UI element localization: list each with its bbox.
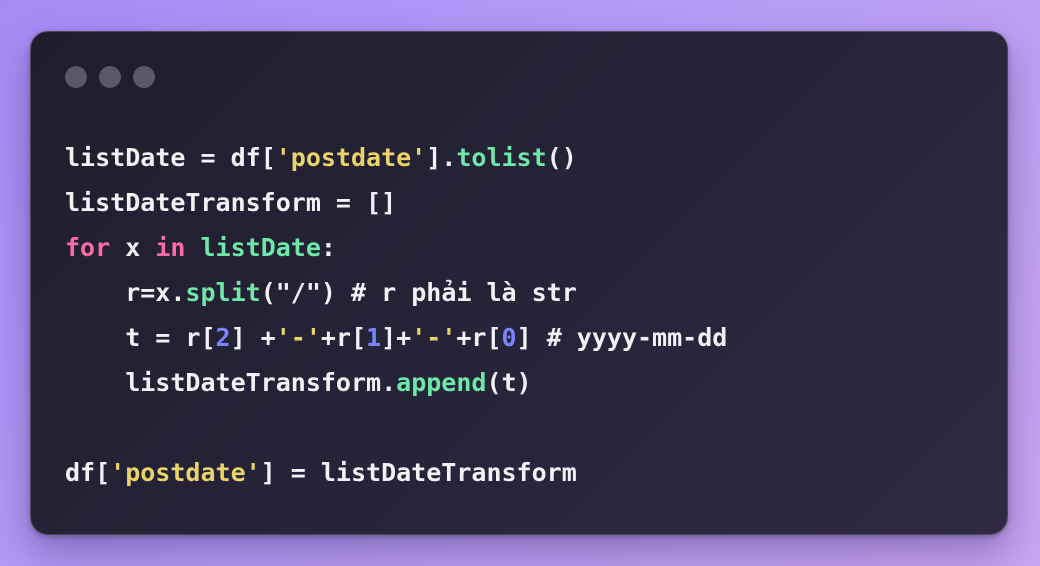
code-token: ]. [426,143,457,172]
code-token: ] # yyyy-mm-dd [516,323,728,352]
code-line: t = r[2] +'-'+r[1]+'-'+r[0] # yyyy-mm-dd [65,315,727,360]
code-token: listDateTransform = [] [65,188,397,217]
code-token: append [396,368,487,397]
code-line: listDateTransform = [] [65,180,727,225]
code-token: "/" [275,278,321,307]
code-token: in [155,233,186,262]
code-token: +r[ [456,323,502,352]
code-token: t = r[ [65,323,216,352]
window-controls [65,66,155,88]
code-token: '-' [275,323,321,352]
code-token: df[ [65,458,111,487]
code-token: : [320,233,336,262]
code-token: 2 [215,323,231,352]
code-token: 'postdate' [275,143,427,172]
code-token: ( [260,278,276,307]
code-token: () [546,143,577,172]
code-token: '-' [411,323,457,352]
code-token: for [65,233,111,262]
code-token: +r[ [320,323,367,352]
code-token: r=x. [65,278,186,307]
code-token: 0 [501,323,517,352]
code-block: listDate = df['postdate'].tolist() listDa… [65,135,727,495]
code-token: 'postdate' [110,458,261,487]
code-token: ]+ [381,323,412,352]
code-token: listDate = df[ [65,143,276,172]
maximize-dot-icon[interactable] [133,66,155,88]
code-line: r=x.split("/") # r phải là str [65,270,727,315]
code-line: df['postdate'] = listDateTransform [65,450,727,495]
code-token: 1 [366,323,382,352]
code-token: tolist [456,143,547,172]
code-token: ) # r phải là str [320,278,577,307]
close-dot-icon[interactable] [65,66,87,88]
code-token: (t) [486,368,532,397]
code-line: for x in listDate: [65,225,727,270]
code-token: ] + [230,323,276,352]
code-token: x [110,233,156,262]
code-token: listDateTransform. [65,368,397,397]
code-token: ] = listDateTransform [260,458,577,487]
code-window: listDate = df['postdate'].tolist() listDa… [30,31,1008,535]
code-token: listDate [200,233,321,262]
code-line: listDateTransform.append(t) [65,360,727,405]
code-token: split [185,278,261,307]
code-line: listDate = df['postdate'].tolist() [65,135,727,180]
minimize-dot-icon[interactable] [99,66,121,88]
